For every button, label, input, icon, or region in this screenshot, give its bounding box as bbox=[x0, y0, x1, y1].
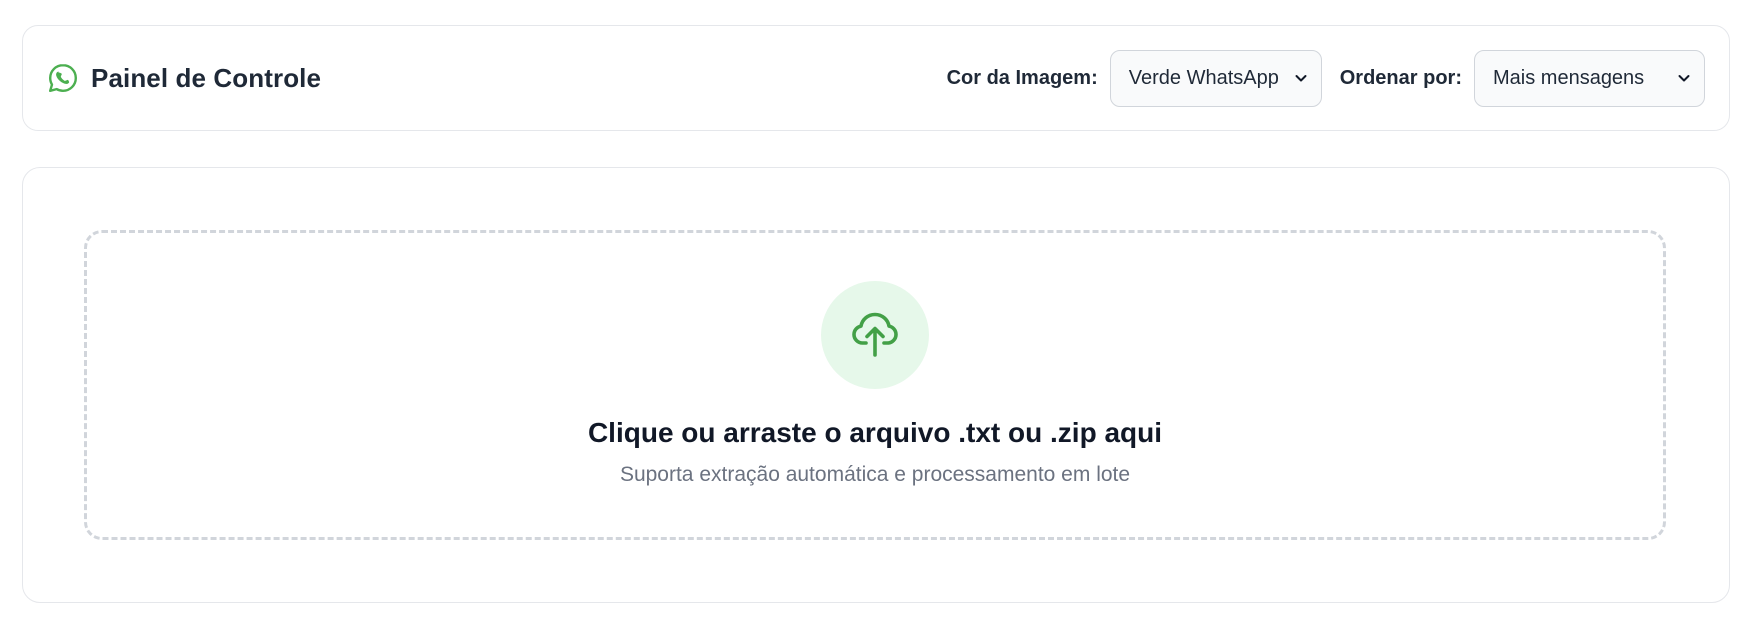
order-by-label: Ordenar por: bbox=[1339, 66, 1462, 89]
upload-icon-circle bbox=[821, 281, 929, 389]
whatsapp-icon bbox=[47, 62, 79, 94]
chevron-down-icon bbox=[1676, 70, 1692, 86]
image-color-value: Verde WhatsApp bbox=[1128, 66, 1279, 89]
order-by-select[interactable]: Mais mensagens bbox=[1474, 49, 1705, 107]
image-color-label: Cor da Imagem: bbox=[946, 66, 1098, 89]
cloud-upload-icon bbox=[847, 305, 903, 366]
control-panel-header: Painel de Controle Cor da Imagem: Verde … bbox=[22, 25, 1730, 131]
dropzone-title: Clique ou arraste o arquivo .txt ou .zip… bbox=[587, 417, 1163, 448]
image-color-select[interactable]: Verde WhatsApp bbox=[1109, 49, 1322, 107]
header-controls: Cor da Imagem: Verde WhatsApp Ordenar po… bbox=[946, 49, 1705, 107]
chevron-down-icon bbox=[1293, 70, 1309, 86]
brand: Painel de Controle bbox=[47, 62, 321, 94]
page-title: Painel de Controle bbox=[91, 62, 322, 93]
file-dropzone[interactable]: Clique ou arraste o arquivo .txt ou .zip… bbox=[84, 230, 1666, 540]
upload-card: Clique ou arraste o arquivo .txt ou .zip… bbox=[22, 167, 1730, 603]
dropzone-subtitle: Suporta extração automática e processame… bbox=[619, 463, 1131, 486]
order-by-value: Mais mensagens bbox=[1493, 66, 1645, 89]
